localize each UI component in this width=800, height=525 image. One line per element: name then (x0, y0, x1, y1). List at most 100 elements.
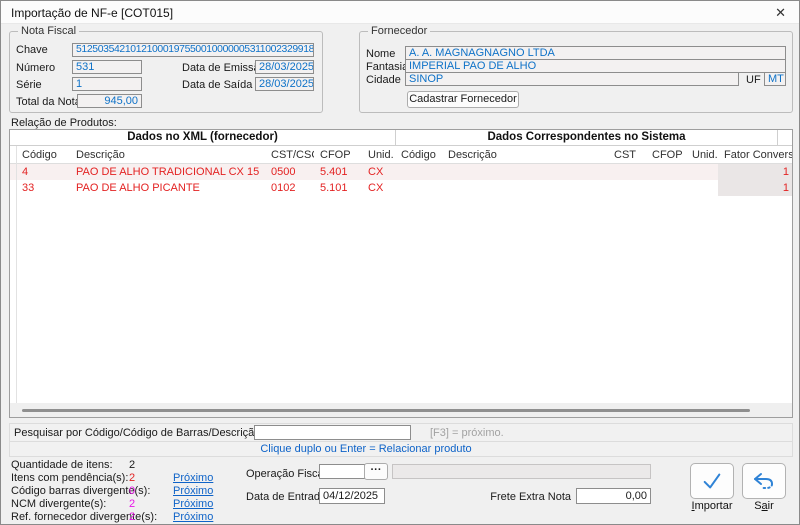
relacao-produtos-label: Relação de Produtos: (11, 117, 117, 129)
serie-field: 1 (72, 77, 142, 91)
cell-xml-codigo: 4 (16, 164, 70, 180)
cell-xml-codigo: 33 (16, 180, 70, 196)
products-grid[interactable]: Dados no XML (fornecedor) Dados Correspo… (9, 129, 793, 418)
scrollbar-thumb[interactable] (22, 409, 750, 412)
summary-value: 2 (129, 472, 159, 484)
summary-label: Quantidade de itens: (11, 459, 113, 471)
group-header-row: Dados no XML (fornecedor) Dados Correspo… (10, 130, 792, 146)
col-xml-cfop[interactable]: CFOP (314, 146, 362, 164)
operacao-fiscal-description-field (392, 464, 651, 479)
numero-field: 531 (72, 60, 142, 74)
col-xml-codigo[interactable]: Código (16, 146, 70, 164)
sair-button-box[interactable] (742, 463, 786, 499)
nota-fiscal-title: Nota Fiscal (18, 25, 79, 37)
cell-fator: 1 (718, 180, 793, 196)
chave-label: Chave (16, 44, 48, 56)
uf-field: MT (764, 72, 786, 86)
double-click-hint: Clique duplo ou Enter = Relacionar produ… (10, 442, 792, 456)
table-row[interactable]: 4 PAO DE ALHO TRADICIONAL CX 15 0500 5.4… (10, 164, 792, 180)
checkmark-icon (700, 470, 724, 492)
cell-sis-cst (608, 164, 646, 180)
summary-value: 2 (129, 498, 159, 510)
nome-label: Nome (366, 48, 395, 60)
cell-sis-descricao (442, 164, 608, 180)
group-xml-header: Dados no XML (fornecedor) (10, 130, 395, 146)
operacao-fiscal-lookup-button[interactable]: ··· (364, 463, 388, 480)
col-xml-unid[interactable]: Unid. (362, 146, 395, 164)
group-sistema-header: Dados Correspondentes no Sistema (395, 130, 777, 146)
frete-extra-label: Frete Extra Nota (461, 491, 571, 503)
window-title: Importação de NF-e [COT015] (11, 6, 173, 20)
operacao-fiscal-label: Operação Fiscal (246, 468, 326, 480)
summary-value: 2 (129, 459, 159, 471)
col-sis-descricao[interactable]: Descrição (442, 146, 608, 164)
data-entrada-input[interactable] (319, 488, 385, 504)
cell-sis-cst (608, 180, 646, 196)
proximo-link[interactable]: Próximo (173, 472, 213, 484)
col-xml-descricao[interactable]: Descrição (70, 146, 265, 164)
proximo-link[interactable]: Próximo (173, 511, 213, 523)
saida-label: Data de Saída (182, 79, 252, 91)
cell-xml-descricao: PAO DE ALHO TRADICIONAL CX 15 (70, 164, 265, 180)
summary-value: 0 (129, 485, 159, 497)
cell-sis-descricao (442, 180, 608, 196)
fantasia-field: IMPERIAL PAO DE ALHO (405, 59, 786, 73)
serie-label: Série (16, 79, 42, 91)
emissao-field: 28/03/2025 (255, 60, 314, 74)
close-icon[interactable]: ✕ (775, 5, 786, 21)
cell-sis-unid (686, 164, 718, 180)
cell-xml-cst: 0500 (265, 164, 314, 180)
grid-indicator-column (16, 146, 17, 403)
cell-sis-codigo (395, 180, 442, 196)
cell-xml-descricao: PAO DE ALHO PICANTE (70, 180, 265, 196)
cell-xml-cfop: 5.101 (314, 180, 362, 196)
saida-field: 28/03/2025 (255, 77, 314, 91)
fornecedor-group: Fornecedor Nome A. A. MAGNAGNAGNO LTDA F… (359, 31, 793, 113)
numero-label: Número (16, 62, 55, 74)
cadastrar-fornecedor-button[interactable]: Cadastrar Fornecedor (407, 91, 519, 108)
col-sis-unid[interactable]: Unid. (686, 146, 718, 164)
sair-button[interactable]: Sair (741, 463, 787, 512)
cell-sis-cfop (646, 180, 686, 196)
f3-hint: [F3] = próximo. (430, 427, 504, 439)
table-row[interactable]: 33 PAO DE ALHO PICANTE 0102 5.101 CX 1 (10, 180, 792, 196)
summary-value: 2 (129, 511, 159, 523)
cidade-label: Cidade (366, 74, 401, 86)
horizontal-scrollbar[interactable] (10, 403, 792, 417)
summary-label: Itens com pendência(s): (11, 472, 128, 484)
proximo-link[interactable]: Próximo (173, 485, 213, 497)
nome-field: A. A. MAGNAGNAGNO LTDA (405, 46, 786, 60)
cell-fator: 1 (718, 164, 793, 180)
col-sis-cst[interactable]: CST (608, 146, 646, 164)
undo-arrow-icon (751, 471, 777, 491)
import-nfe-dialog: Importação de NF-e [COT015] ✕ Nota Fisca… (0, 0, 800, 525)
cidade-field: SINOP (405, 72, 739, 86)
importar-button-box[interactable] (690, 463, 734, 499)
data-entrada-label: Data de Entrada (246, 491, 326, 503)
col-sis-cfop[interactable]: CFOP (646, 146, 686, 164)
sair-label: Sair (741, 500, 787, 512)
frete-extra-input[interactable] (576, 488, 651, 504)
cell-xml-unid: CX (362, 164, 395, 180)
cell-sis-codigo (395, 164, 442, 180)
col-sis-codigo[interactable]: Código (395, 146, 442, 164)
proximo-link[interactable]: Próximo (173, 498, 213, 510)
summary-label: NCM divergente(s): (11, 498, 106, 510)
total-field: 945,00 (77, 94, 142, 108)
cell-xml-unid: CX (362, 180, 395, 196)
column-header-row: Código Descrição CST/CSOSN CFOP Unid. Có… (10, 146, 792, 164)
ellipsis-icon: ··· (371, 464, 382, 476)
search-panel: Pesquisar por Código/Código de Barras/De… (9, 423, 793, 442)
operacao-fiscal-input[interactable] (319, 464, 365, 479)
importar-button[interactable]: Importar (689, 463, 735, 512)
search-input[interactable] (254, 425, 411, 440)
total-label: Total da Nota (16, 96, 81, 108)
chave-field: 5125035421012100019755001000000531100232… (72, 43, 314, 57)
cell-xml-cfop: 5.401 (314, 164, 362, 180)
col-xml-cst-csosn[interactable]: CST/CSOSN (265, 146, 314, 164)
col-fator-conversao[interactable]: Fator Conversão (718, 146, 793, 164)
title-bar: Importação de NF-e [COT015] ✕ (1, 1, 799, 24)
emissao-label: Data de Emissão (182, 62, 266, 74)
uf-label: UF (746, 74, 761, 86)
nota-fiscal-group: Nota Fiscal Chave 5125035421012100019755… (9, 31, 323, 113)
